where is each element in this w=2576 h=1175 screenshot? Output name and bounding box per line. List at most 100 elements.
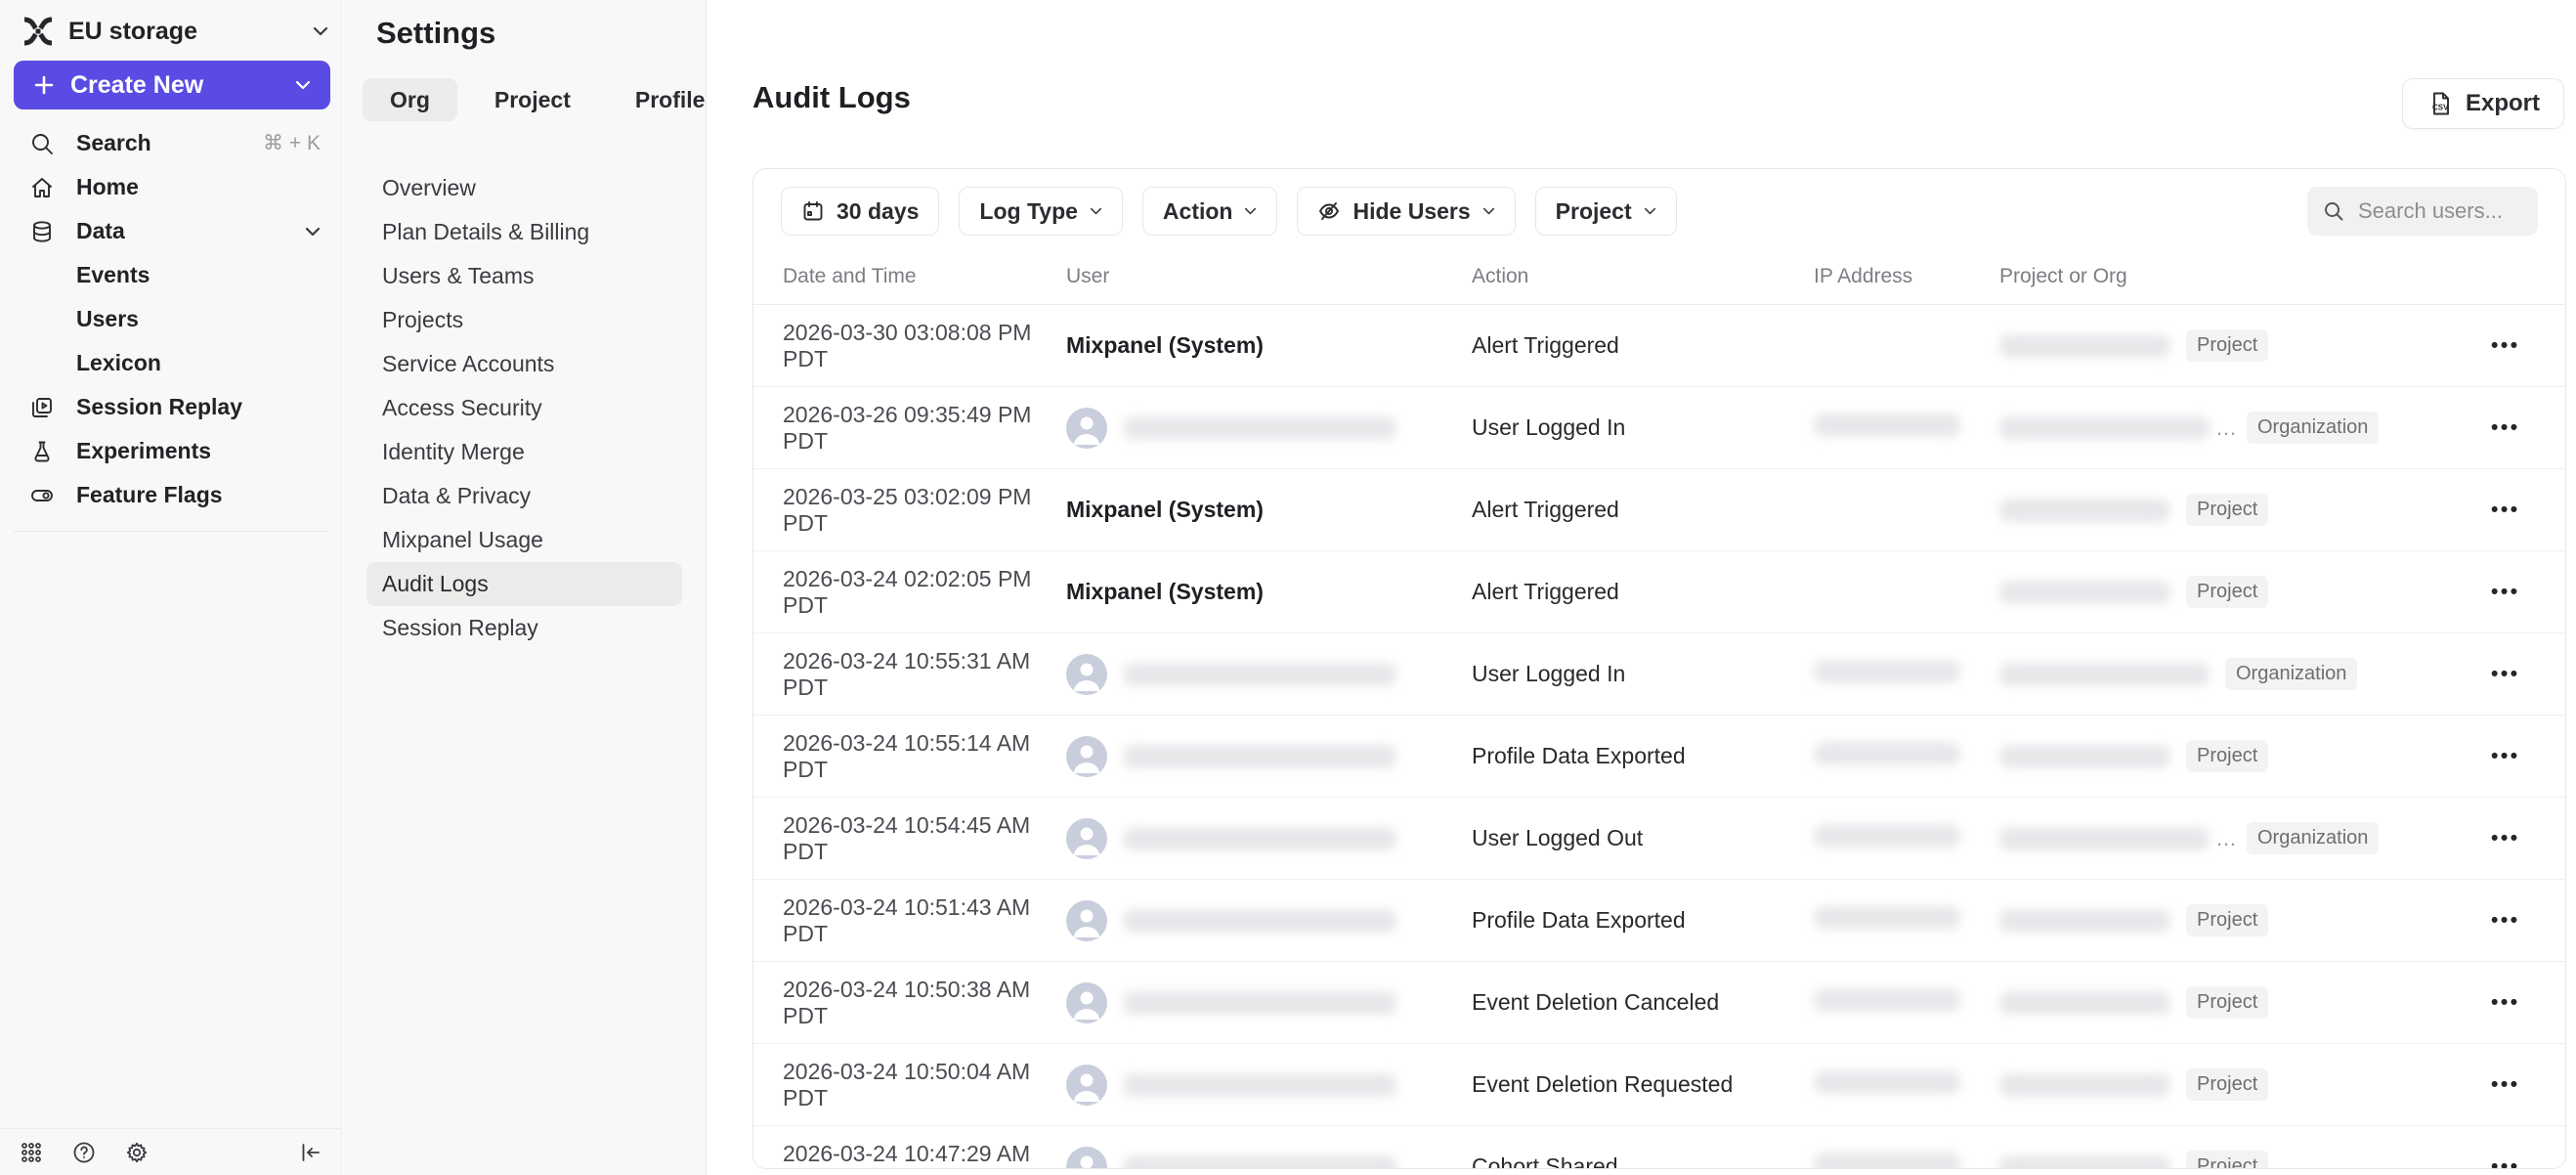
log-datetime: 2026-03-24 10:50:38 AM PDT <box>783 977 1066 1029</box>
log-user <box>1066 408 1472 449</box>
project-filter-button[interactable]: Project <box>1535 187 1677 236</box>
sidebar-divider <box>14 531 328 532</box>
log-action: Event Deletion Requested <box>1472 1071 1814 1098</box>
search-users-box[interactable] <box>2307 187 2538 236</box>
workspace-switcher[interactable]: EU storage <box>14 10 328 53</box>
log-datetime: 2026-03-24 10:55:31 AM PDT <box>783 648 1066 701</box>
log-type-filter-button[interactable]: Log Type <box>959 187 1123 236</box>
log-user <box>1066 982 1472 1023</box>
row-menu-button[interactable]: ••• <box>2481 985 2530 1021</box>
row-menu-button[interactable]: ••• <box>2481 328 2530 364</box>
filter-bar: 30 days Log Type Action Hide Users <box>753 169 2565 249</box>
row-menu-button[interactable]: ••• <box>2481 411 2530 446</box>
sidebar-item-lexicon[interactable]: Lexicon <box>0 341 342 385</box>
help-icon[interactable] <box>72 1141 96 1164</box>
table-row[interactable]: 2026-03-24 10:51:43 AM PDT Profile Data … <box>753 880 2565 962</box>
table-row[interactable]: 2026-03-30 03:08:08 PM PDT Mixpanel (Sys… <box>753 305 2565 387</box>
redacted-ip-address <box>1814 988 1960 1012</box>
chevron-down-icon <box>305 227 321 237</box>
log-action: Profile Data Exported <box>1472 907 1814 934</box>
redacted-user-email <box>1123 991 1396 1015</box>
sidebar-item-data[interactable]: Data <box>0 209 342 253</box>
settings-nav: Overview Plan Details & Billing Users & … <box>343 166 706 650</box>
table-row[interactable]: 2026-03-24 10:55:14 AM PDT Profile Data … <box>753 716 2565 798</box>
log-action: User Logged In <box>1472 661 1814 687</box>
log-user <box>1066 736 1472 777</box>
log-project-or-org: Project <box>1999 1068 2473 1101</box>
apps-grid-icon[interactable] <box>20 1141 43 1164</box>
log-ip <box>1814 824 1999 853</box>
table-row[interactable]: 2026-03-24 10:54:45 AM PDT User Logged O… <box>753 798 2565 880</box>
log-ip <box>1814 742 1999 771</box>
hide-users-filter-button[interactable]: Hide Users <box>1297 187 1515 236</box>
sidebar-item-label: Data <box>76 218 283 244</box>
row-menu-button[interactable]: ••• <box>2481 493 2530 528</box>
settings-nav-audit-logs[interactable]: Audit Logs <box>366 562 682 606</box>
settings-panel: Settings Org Project Profile Overview Pl… <box>343 0 707 1175</box>
search-icon <box>29 131 55 156</box>
row-menu-button[interactable]: ••• <box>2481 739 2530 774</box>
sidebar-item-session-replay[interactable]: Session Replay <box>0 385 342 429</box>
redacted-target-name <box>1999 745 2170 768</box>
action-filter-button[interactable]: Action <box>1142 187 1278 236</box>
create-new-button[interactable]: Create New <box>14 61 330 109</box>
table-row[interactable]: 2026-03-24 10:50:38 AM PDT Event Deletio… <box>753 962 2565 1044</box>
settings-nav-access-security[interactable]: Access Security <box>366 386 682 430</box>
table-row[interactable]: 2026-03-25 03:02:09 PM PDT Mixpanel (Sys… <box>753 469 2565 551</box>
tab-org[interactable]: Org <box>363 78 457 121</box>
settings-nav-session-replay[interactable]: Session Replay <box>366 606 682 650</box>
row-menu-button[interactable]: ••• <box>2481 1150 2530 1170</box>
table-row[interactable]: 2026-03-26 09:35:49 PM PDT User Logged I… <box>753 387 2565 469</box>
log-user <box>1066 1147 1472 1170</box>
user-avatar-icon <box>1066 736 1107 777</box>
date-range-filter-button[interactable]: 30 days <box>781 187 939 236</box>
sidebar-item-home[interactable]: Home <box>0 165 342 209</box>
settings-nav-identity-merge[interactable]: Identity Merge <box>366 430 682 474</box>
sidebar-item-label: Session Replay <box>76 394 321 420</box>
user-avatar-icon <box>1066 1147 1107 1170</box>
settings-nav-data-privacy[interactable]: Data & Privacy <box>366 474 682 518</box>
sidebar-item-experiments[interactable]: Experiments <box>0 429 342 473</box>
settings-nav-service-accounts[interactable]: Service Accounts <box>366 342 682 386</box>
table-row[interactable]: 2026-03-24 10:50:04 AM PDT Event Deletio… <box>753 1044 2565 1126</box>
sidebar-item-events[interactable]: Events <box>0 253 342 297</box>
user-name: Mixpanel (System) <box>1066 332 1264 359</box>
row-menu-button[interactable]: ••• <box>2481 657 2530 692</box>
settings-nav-projects[interactable]: Projects <box>366 298 682 342</box>
target-type-badge: Organization <box>2225 658 2357 690</box>
column-header-date: Date and Time <box>783 265 1066 288</box>
search-icon <box>2323 200 2344 222</box>
log-action: Profile Data Exported <box>1472 743 1814 769</box>
sidebar-item-label: Experiments <box>76 438 321 464</box>
sidebar-item-search[interactable]: Search ⌘ + K <box>0 121 342 165</box>
log-action: Alert Triggered <box>1472 497 1814 523</box>
export-button[interactable]: CSV Export <box>2402 78 2564 129</box>
log-ip <box>1814 906 1999 936</box>
table-row[interactable]: 2026-03-24 10:47:29 AM PDT Cohort Shared… <box>753 1126 2565 1169</box>
settings-nav-plan-details-billing[interactable]: Plan Details & Billing <box>366 210 682 254</box>
table-row[interactable]: 2026-03-24 10:55:31 AM PDT User Logged I… <box>753 633 2565 716</box>
log-project-or-org: Organization <box>1999 658 2473 690</box>
gear-icon[interactable] <box>125 1141 149 1164</box>
row-menu-button[interactable]: ••• <box>2481 903 2530 938</box>
log-project-or-org: Project <box>1999 1151 2473 1169</box>
log-datetime: 2026-03-26 09:35:49 PM PDT <box>783 402 1066 455</box>
log-action: Alert Triggered <box>1472 332 1814 359</box>
settings-nav-overview[interactable]: Overview <box>366 166 682 210</box>
search-users-input[interactable] <box>2356 197 2522 225</box>
home-icon <box>29 175 55 200</box>
tab-project[interactable]: Project <box>467 78 598 121</box>
redacted-user-email <box>1123 1155 1396 1170</box>
database-icon <box>29 219 55 244</box>
settings-nav-users-teams[interactable]: Users & Teams <box>366 254 682 298</box>
sidebar-item-users[interactable]: Users <box>0 297 342 341</box>
row-menu-button[interactable]: ••• <box>2481 575 2530 610</box>
settings-nav-mixpanel-usage[interactable]: Mixpanel Usage <box>366 518 682 562</box>
sidebar-item-feature-flags[interactable]: Feature Flags <box>0 473 342 517</box>
row-menu-button[interactable]: ••• <box>2481 821 2530 856</box>
target-type-badge: Project <box>2186 1151 2268 1169</box>
chevron-down-icon <box>295 80 311 90</box>
row-menu-button[interactable]: ••• <box>2481 1067 2530 1103</box>
table-row[interactable]: 2026-03-24 02:02:05 PM PDT Mixpanel (Sys… <box>753 551 2565 633</box>
collapse-sidebar-icon[interactable] <box>299 1141 322 1164</box>
